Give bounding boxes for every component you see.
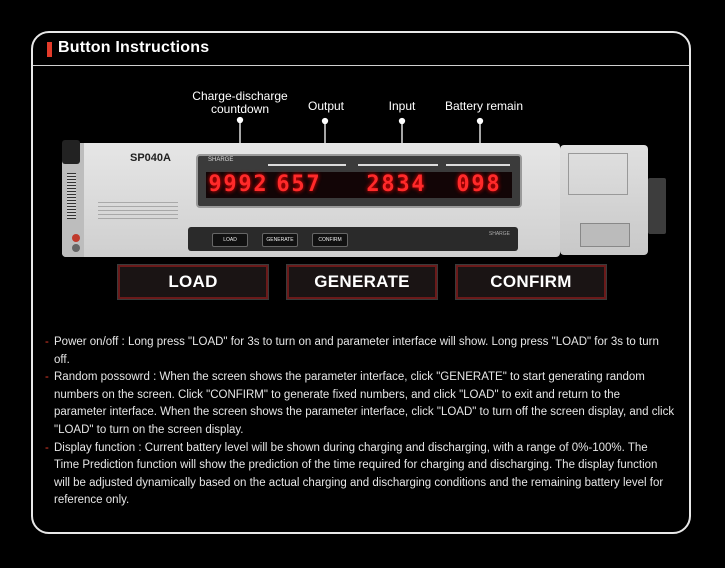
device-cap [62, 140, 80, 164]
digit: 9 [238, 172, 253, 197]
callout-output: Output [307, 99, 345, 113]
device-generate-button[interactable]: GENERATE [262, 233, 298, 247]
spec-label [568, 153, 628, 195]
battery-digits: 098 [456, 172, 501, 198]
digit: 9 [208, 172, 223, 197]
input-digits: 2834 [366, 172, 426, 198]
digit: 0 [456, 172, 471, 197]
model-label: SP040A [130, 152, 171, 164]
digit: 4 [411, 172, 426, 197]
digit: 3 [396, 172, 411, 197]
device-right-end [560, 145, 648, 255]
digit: 2 [253, 172, 268, 197]
input-pointer-dot [398, 117, 406, 125]
generate-button[interactable]: GENERATE [286, 264, 438, 300]
led-screen: 9992 657 2834 098 [206, 172, 512, 198]
digit: 6 [276, 172, 291, 197]
confirm-button[interactable]: CONFIRM [455, 264, 607, 300]
brand-tag: SHARGE [488, 231, 510, 237]
digit: 5 [291, 172, 306, 197]
display-frame: SHARGE 9992 657 2834 098 [196, 154, 522, 208]
screen-tag: SHARGE [208, 157, 234, 163]
output-bar [268, 164, 346, 166]
battery-bar [446, 164, 510, 166]
device-confirm-button[interactable]: CONFIRM [312, 233, 348, 247]
callout-battery: Battery remain [444, 99, 524, 113]
instruction-list: Power on/off : Long press "LOAD" for 3s … [45, 334, 675, 510]
digit: 2 [366, 172, 381, 197]
battery-pointer-dot [476, 117, 484, 125]
countdown-pointer-dot [236, 116, 244, 124]
callout-countdown-line2: countdown [210, 102, 270, 116]
digit: 8 [381, 172, 396, 197]
output-pointer-dot [321, 117, 329, 125]
spec-text-block [98, 202, 178, 222]
digit: 9 [471, 172, 486, 197]
callout-input: Input [388, 99, 416, 113]
red-indicator [72, 234, 80, 242]
connector-block [580, 223, 630, 247]
side-tab [648, 178, 666, 234]
output-digits: 657 [276, 172, 321, 198]
power-bank-device: SP040A SHARGE 9992 657 2834 098 LOAD GEN… [62, 140, 666, 264]
instruction-display-function: Display function : Current battery level… [45, 440, 675, 510]
digit: 8 [486, 172, 501, 197]
device-load-button[interactable]: LOAD [212, 233, 248, 247]
digit: 9 [223, 172, 238, 197]
grey-indicator [72, 244, 80, 252]
countdown-digits: 9992 [208, 172, 268, 198]
instruction-random-password: Random possowrd : When the screen shows … [45, 369, 675, 439]
callout-countdown: Charge-discharge countdown [186, 90, 294, 116]
instruction-power: Power on/off : Long press "LOAD" for 3s … [45, 334, 675, 369]
load-button[interactable]: LOAD [117, 264, 269, 300]
input-bar [358, 164, 438, 166]
digit: 7 [306, 172, 321, 197]
device-button-strip: LOAD GENERATE CONFIRM SHARGE [188, 227, 518, 251]
barcode-label [67, 173, 76, 219]
